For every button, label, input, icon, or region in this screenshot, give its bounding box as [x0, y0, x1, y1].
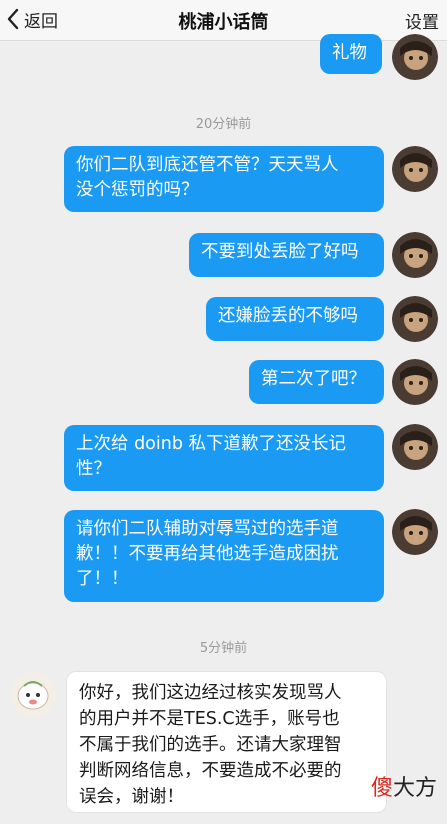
message-text-line: 的用户并不是TES.C选手，账号也 [79, 709, 340, 729]
message-bubble-incoming[interactable]: 你好，我们这边经过核实发现骂人 的用户并不是TES.C选手，账号也 不属于我们的… [66, 671, 387, 813]
nav-bar: 返回 桃浦小话筒 设置 [0, 0, 447, 41]
message-bubble-outgoing[interactable]: 第二次了吧？ [249, 360, 384, 404]
user-avatar[interactable] [392, 509, 438, 555]
message-text-line: 性？ [76, 459, 111, 479]
watermark-part: 大方 [392, 776, 437, 801]
message-text-line: 没个惩罚的吗？ [76, 180, 199, 200]
message-text: 礼物 [332, 43, 367, 63]
watermark: 傻大方 [371, 770, 437, 802]
user-avatar[interactable] [392, 146, 438, 192]
user-avatar[interactable] [392, 424, 438, 470]
user-avatar[interactable] [392, 232, 438, 278]
message-text-line: 你好，我们这边经过核实发现骂人 [79, 683, 342, 703]
user-avatar[interactable] [392, 359, 438, 405]
timestamp: 5分钟前 [199, 641, 248, 656]
watermark-part: 傻 [370, 776, 393, 801]
user-avatar[interactable] [392, 34, 438, 80]
message-text-line: 了！！ [76, 569, 129, 589]
message-text-line: 不属于我们的选手。还请大家理智 [79, 735, 342, 755]
timestamp: 20分钟前 [195, 117, 252, 132]
message-bubble-outgoing[interactable]: 上次给 doinb 私下道歉了还没长记 性？ [64, 425, 384, 491]
message-text-line: 你们二队到底还管不管？天天骂人 [76, 155, 339, 175]
message-text-line: 歉！！不要再给其他选手造成困扰 [76, 544, 339, 564]
message-bubble-outgoing[interactable]: 不要到处丢脸了好吗 [189, 233, 384, 277]
message-text-line: 上次给 doinb 私下道歉了还没长记 [76, 434, 347, 454]
message-text: 还嫌脸丢的不够吗 [218, 306, 358, 326]
message-text: 第二次了吧？ [261, 369, 366, 389]
message-bubble-outgoing[interactable]: 礼物 [320, 34, 382, 74]
message-text-line: 误会，谢谢！ [79, 787, 184, 807]
page-title: 桃浦小话筒 [178, 12, 269, 33]
message-bubble-outgoing[interactable]: 你们二队到底还管不管？天天骂人 没个惩罚的吗？ [64, 146, 384, 212]
user-avatar[interactable] [392, 296, 438, 342]
official-avatar[interactable] [10, 672, 56, 718]
message-text-line: 判断网络信息，不要造成不必要的 [79, 761, 342, 781]
message-text: 不要到处丢脸了好吗 [201, 242, 359, 262]
message-bubble-outgoing[interactable]: 还嫌脸丢的不够吗 [206, 297, 384, 341]
settings-button[interactable]: 设置 [405, 8, 439, 33]
message-bubble-outgoing[interactable]: 请你们二队辅助对辱骂过的选手道 歉！！不要再给其他选手造成困扰 了！！ [64, 510, 384, 602]
message-text-line: 请你们二队辅助对辱骂过的选手道 [76, 519, 339, 539]
